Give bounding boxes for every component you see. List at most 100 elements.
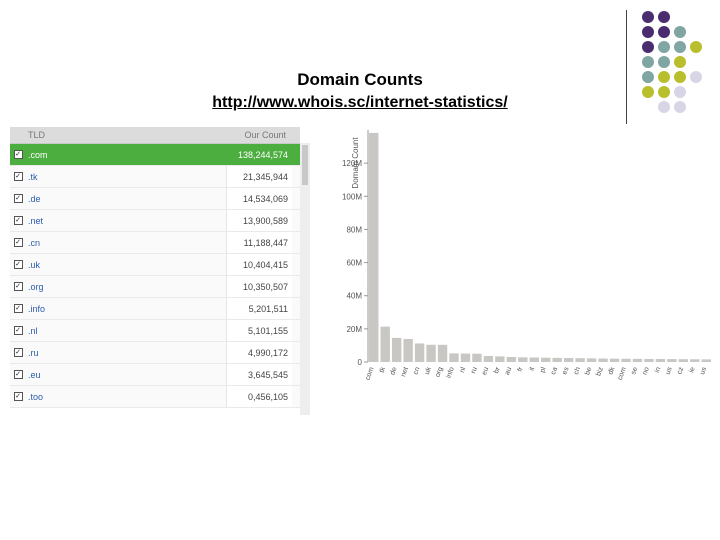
row-checkbox[interactable]: ✓ <box>10 194 26 203</box>
y-tick-label: 0 <box>358 358 363 367</box>
row-tld: .cn <box>28 237 41 248</box>
bar[interactable] <box>678 359 689 362</box>
bar[interactable] <box>644 358 654 362</box>
bar[interactable] <box>667 359 677 362</box>
x-tick-label: it <box>528 366 536 372</box>
bar[interactable] <box>369 132 379 362</box>
check-icon: ✓ <box>13 282 23 291</box>
row-tld: .uk <box>28 259 41 270</box>
bar[interactable] <box>586 358 597 362</box>
dot <box>658 26 670 38</box>
table-row[interactable]: ✓ .eu 3,645,545 <box>10 364 300 386</box>
bar[interactable] <box>495 356 505 362</box>
x-tick-label: br <box>493 366 502 375</box>
bar[interactable] <box>518 357 528 362</box>
table-row[interactable]: ✓ .net 13,900,589 <box>10 210 300 232</box>
row-checkbox[interactable]: ✓ <box>10 326 26 335</box>
x-tick-label: ie <box>688 366 696 374</box>
bar[interactable] <box>575 358 585 362</box>
dot <box>658 56 670 68</box>
row-checkbox[interactable]: ✓ <box>10 370 26 379</box>
x-tick-label: info <box>445 366 455 379</box>
y-tick-label: 20M <box>346 325 362 334</box>
x-tick-label: in <box>654 366 662 374</box>
bar[interactable] <box>655 359 666 362</box>
row-checkbox[interactable]: ✓ <box>10 282 26 291</box>
x-tick-label: dk <box>607 366 616 376</box>
bar[interactable] <box>609 358 620 362</box>
x-tick-label: be <box>584 366 593 376</box>
table-row[interactable]: ✓ .info 5,201,511 <box>10 298 300 320</box>
bar[interactable] <box>460 353 471 362</box>
row-checkbox[interactable]: ✓ <box>10 260 26 269</box>
table-row[interactable]: ✓ .nl 5,101,155 <box>10 320 300 342</box>
row-checkbox[interactable]: ✓ <box>10 172 26 181</box>
bar[interactable] <box>437 344 448 362</box>
x-tick-label: com <box>617 366 628 381</box>
bar[interactable] <box>529 357 539 362</box>
table-row[interactable]: ✓ .ru 4,990,172 <box>10 342 300 364</box>
bar[interactable] <box>552 357 562 362</box>
dot <box>642 86 654 98</box>
y-tick-label: 100M <box>342 192 362 201</box>
x-tick-label: cn <box>412 366 421 375</box>
table-row[interactable]: ✓ .org 10,350,507 <box>10 276 300 298</box>
row-count: 5,101,155 <box>226 320 292 341</box>
dot <box>642 71 654 83</box>
table-row[interactable]: ✓ .de 14,534,069 <box>10 188 300 210</box>
decorative-divider <box>626 10 627 124</box>
x-tick-label: ca <box>550 366 559 375</box>
dot <box>658 101 670 113</box>
bar[interactable] <box>403 338 413 362</box>
row-checkbox[interactable]: ✓ <box>10 304 26 313</box>
row-count: 5,201,511 <box>226 298 292 319</box>
row-checkbox[interactable]: ✓ <box>10 150 26 159</box>
bar[interactable] <box>472 353 482 362</box>
table-row[interactable]: ✓ .uk 10,404,415 <box>10 254 300 276</box>
bar[interactable] <box>414 343 425 362</box>
check-icon: ✓ <box>13 304 23 313</box>
bar[interactable] <box>541 357 551 362</box>
dot <box>674 26 686 38</box>
row-count: 3,645,545 <box>226 364 292 385</box>
bar[interactable] <box>483 355 494 362</box>
row-tld: .tk <box>28 171 38 182</box>
y-tick-label: 40M <box>346 292 362 301</box>
bar[interactable] <box>598 358 608 362</box>
x-tick-label: fr <box>517 366 525 373</box>
x-tick-label: eu <box>481 366 490 376</box>
y-axis-label: Domain Count <box>351 137 360 189</box>
bar[interactable] <box>506 357 517 362</box>
table-row[interactable]: ✓ .tk 21,345,944 <box>10 166 300 188</box>
x-tick-label: au <box>504 366 513 376</box>
row-checkbox[interactable]: ✓ <box>10 238 26 247</box>
row-checkbox[interactable]: ✓ <box>10 348 26 357</box>
row-tld: .org <box>28 281 44 292</box>
bar[interactable] <box>449 353 459 362</box>
x-tick-label: com <box>365 366 376 381</box>
bar[interactable] <box>690 359 700 362</box>
bar[interactable] <box>380 326 390 362</box>
bar[interactable] <box>563 358 574 362</box>
header-tld[interactable]: TLD <box>10 130 226 140</box>
row-count: 10,350,507 <box>226 276 292 297</box>
check-icon: ✓ <box>13 194 23 203</box>
check-icon: ✓ <box>13 348 23 357</box>
row-checkbox[interactable]: ✓ <box>10 216 26 225</box>
dot <box>674 71 686 83</box>
header-count[interactable]: Our Count <box>226 130 292 140</box>
check-icon: ✓ <box>13 326 23 335</box>
domain-count-bar-chart: 020M40M60M80M100M120MDomain Countcom tk de… <box>342 130 711 381</box>
bar[interactable] <box>391 337 402 362</box>
bar[interactable] <box>632 358 643 362</box>
bar[interactable] <box>621 358 631 362</box>
source-link[interactable]: http://www.whois.sc/internet-statistics/ <box>212 94 507 111</box>
table-row[interactable]: ✓ .cn 11,188,447 <box>10 232 300 254</box>
table-row[interactable]: ✓ .too 0,456,105 <box>10 386 300 408</box>
table-row[interactable]: ✓ .com 138,244,574 <box>10 144 300 166</box>
dot <box>658 11 670 23</box>
row-checkbox[interactable]: ✓ <box>10 392 26 401</box>
bar[interactable] <box>701 359 711 362</box>
bar[interactable] <box>426 344 436 362</box>
dot <box>658 41 670 53</box>
